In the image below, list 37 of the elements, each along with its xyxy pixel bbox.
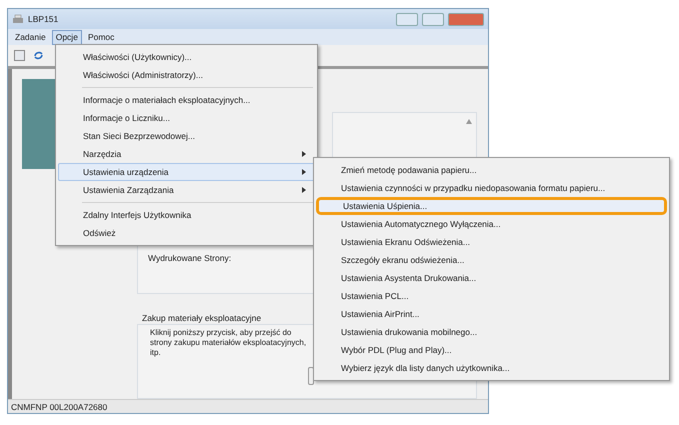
menu-item[interactable]: Ustawienia AirPrint... [316,305,667,323]
menu-item[interactable]: Wybór PDL (Plug and Play)... [316,341,667,359]
refresh-icon[interactable] [33,50,44,61]
menu-item[interactable]: Zadanie [11,30,50,44]
menu-item[interactable]: Ustawienia Automatycznego Wyłączenia... [316,215,667,233]
menu-item[interactable]: Właściwości (Administratorzy)... [58,66,315,84]
maximize-button[interactable] [422,12,444,26]
status-bar: CNMFNP 00L200A72680 [8,399,488,413]
minimize-button[interactable] [396,12,418,26]
menu-item[interactable]: Narzędzia [58,145,315,163]
printer-icon [12,14,24,24]
menu-item[interactable]: Właściwości (Użytkownicy)... [58,48,315,66]
menu-item[interactable]: Zmień metodę podawania papieru... [316,161,667,179]
menu-item[interactable]: Szczegóły ekranu odświeżenia... [316,251,667,269]
menu-item[interactable]: Wybierz język dla listy danych użytkownika... [316,359,667,377]
menu-item[interactable]: Stan Sieci Bezprzewodowej... [58,127,315,145]
menu-item[interactable]: Pomoc [84,30,118,44]
window-title: LBP151 [28,12,58,26]
printed-pages-label: Wydrukowane Strony: [148,253,232,263]
menu-item[interactable]: Ustawienia Zarządzania [58,181,315,199]
scroll-up-icon[interactable] [466,119,472,124]
menu-item[interactable]: Ustawienia urządzenia [58,163,315,181]
menu-item[interactable]: Ustawienia Ekranu Odświeżenia... [316,233,667,251]
supplies-description: Kliknij poniższy przycisk, aby przejść do strony zakupu materiałów eksploatacyjnych, itp. [150,328,308,358]
menu-item[interactable]: Informacje o Liczniku... [58,109,315,127]
document-icon[interactable] [14,50,25,61]
menu-item[interactable]: Ustawienia Uśpienia... [316,197,667,215]
menu-item[interactable]: Ustawienia czynności w przypadku niedopasowania formatu papieru... [316,179,667,197]
menu-item[interactable]: Opcje [52,30,82,44]
menu-item[interactable]: Odśwież [58,224,315,242]
menu-item[interactable]: Informacje o materiałach eksploatacyjnych... [58,91,315,109]
menu-item[interactable]: Ustawienia Asystenta Drukowania... [316,269,667,287]
menu-item[interactable]: Zdalny Interfejs Użytkownika [58,206,315,224]
group-title: Zakup materiały eksploatacyjne [142,312,262,325]
menu-item[interactable]: Ustawienia drukowania mobilnego... [316,323,667,341]
close-button[interactable] [448,12,484,26]
menu-item[interactable]: Ustawienia PCL... [316,287,667,305]
